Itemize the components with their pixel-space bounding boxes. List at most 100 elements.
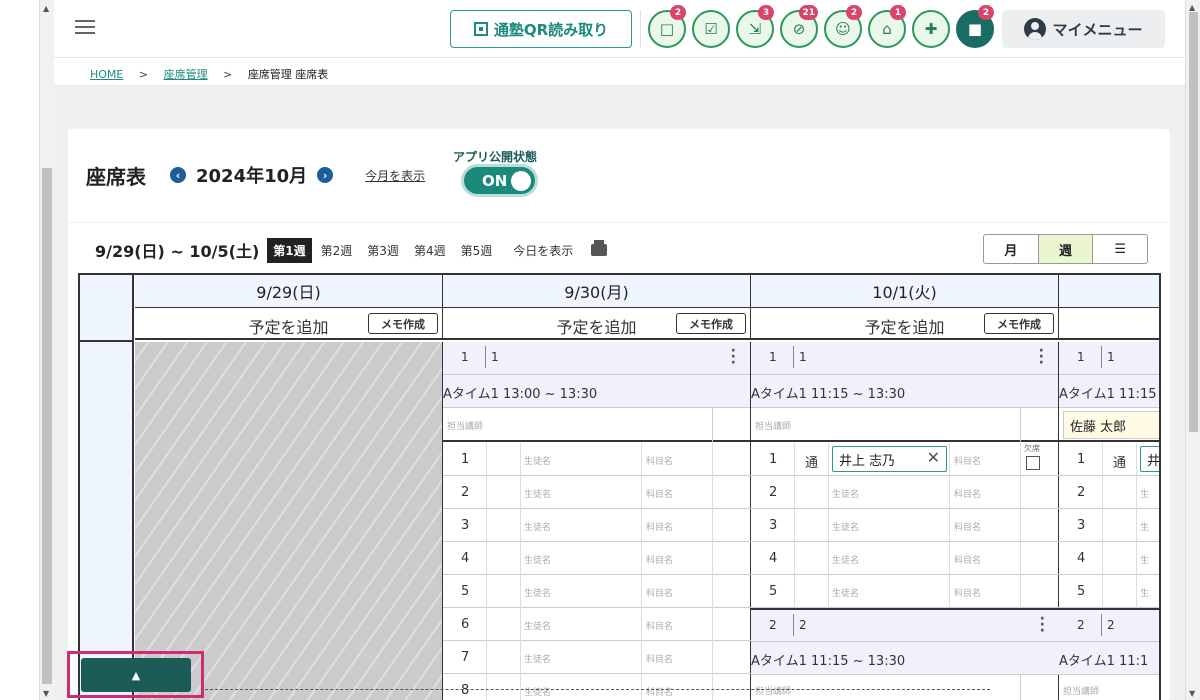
month-view-button[interactable]: 月 xyxy=(984,235,1039,263)
left-scrollbar[interactable]: ▲ ▼ xyxy=(39,0,54,700)
day-header-wed xyxy=(1059,275,1159,308)
checklist-icon[interactable]: ☑ xyxy=(692,10,730,48)
message-icon[interactable]: □ 2 xyxy=(648,5,686,48)
show-today-link[interactable]: 今日を表示 xyxy=(513,242,573,259)
teacher-label: 担当講師 xyxy=(755,422,792,432)
scroll-to-top-button[interactable]: ▲ xyxy=(81,658,191,692)
show-this-month-link[interactable]: 今月を表示 xyxy=(365,167,425,184)
time-column xyxy=(80,275,134,700)
add-row-tue: 予定を追加 メモ作成 xyxy=(751,308,1059,340)
add-row-mon: 予定を追加 メモ作成 xyxy=(443,308,751,340)
student-row: 1 科目名 通井上 志乃 ✕ 欠席 xyxy=(751,443,1059,476)
block-header-2-wed: 2 2 xyxy=(1059,610,1159,642)
list-view-button[interactable]: ☰ xyxy=(1093,235,1147,263)
student-name-placeholder[interactable]: 生徒名 xyxy=(524,652,551,665)
subject-placeholder[interactable]: 科目名 xyxy=(954,586,981,599)
print-icon[interactable] xyxy=(591,240,608,256)
block-number: 1 xyxy=(1077,350,1085,364)
group-icon[interactable]: ☺ 2 xyxy=(824,5,862,48)
row-number: 3 xyxy=(461,518,470,533)
app-publish-toggle[interactable]: ON xyxy=(461,164,538,197)
more-options-icon[interactable]: · · · xyxy=(731,344,736,370)
scroll-up-arrow-icon[interactable]: ▲ xyxy=(1189,3,1195,12)
subject-placeholder[interactable]: 科目名 xyxy=(646,685,673,698)
student-name-placeholder[interactable]: 生徒名 xyxy=(524,454,551,467)
subject-placeholder[interactable]: 科目名 xyxy=(646,619,673,632)
prev-month-icon[interactable]: ‹ xyxy=(170,167,186,183)
caret-up-icon: ▲ xyxy=(131,668,141,682)
bank-icon[interactable]: ⌂ 1 xyxy=(868,5,906,48)
subject-placeholder[interactable]: 科目名 xyxy=(954,553,981,566)
page-title: 座席表 xyxy=(86,164,146,189)
teacher-name-field[interactable]: 佐藤 太郎 xyxy=(1063,411,1159,439)
student-name-placeholder[interactable]: 生徒名 xyxy=(524,586,551,599)
student-name-placeholder[interactable]: 生徒名 xyxy=(524,619,551,632)
student-name-placeholder[interactable]: 生徒名 xyxy=(832,520,859,533)
merge-icon[interactable]: ⇲ 3 xyxy=(736,5,774,48)
student-name-placeholder[interactable]: 生 xyxy=(1140,553,1149,566)
student-name-placeholder[interactable]: 生徒名 xyxy=(832,553,859,566)
add-row-wed xyxy=(1059,308,1159,340)
right-scrollbar-thumb[interactable] xyxy=(1189,12,1198,432)
student-row: 1 生徒名 科目名 xyxy=(443,443,751,476)
week-tab-3[interactable]: 第3週 xyxy=(361,238,405,263)
card-divider xyxy=(68,222,1170,223)
subject-placeholder[interactable]: 科目名 xyxy=(954,487,981,500)
scroll-up-arrow-icon[interactable]: ▲ xyxy=(43,4,49,13)
chat-icon[interactable]: ■ 2 xyxy=(956,5,994,48)
memo-button-tue[interactable]: メモ作成 xyxy=(984,313,1054,334)
attendance-mark: 通 xyxy=(1113,456,1127,471)
my-menu-button[interactable]: マイメニュー xyxy=(1002,10,1165,48)
subject-placeholder[interactable]: 科目名 xyxy=(646,520,673,533)
student-chip[interactable]: 井上 志乃 ✕ xyxy=(832,446,947,472)
student-name-placeholder[interactable]: 生徒名 xyxy=(524,520,551,533)
hamburger-menu-icon[interactable] xyxy=(75,20,95,36)
row-number: 3 xyxy=(769,518,778,533)
student-name-placeholder[interactable]: 生徒名 xyxy=(832,586,859,599)
student-row: 3 生徒名 科目名 xyxy=(751,509,1059,542)
subject-placeholder[interactable]: 科目名 xyxy=(954,520,981,533)
view-switcher: 月 週 ☰ xyxy=(983,234,1148,264)
student-name-placeholder[interactable]: 生徒名 xyxy=(524,553,551,566)
more-options-icon[interactable]: · · · xyxy=(1039,344,1044,370)
student-name-placeholder[interactable]: 生 xyxy=(1140,520,1149,533)
week-tab-1[interactable]: 第1週 xyxy=(267,237,312,263)
week-tab-4[interactable]: 第4週 xyxy=(408,238,452,263)
add-row-sun: 予定を追加 メモ作成 xyxy=(135,308,443,340)
subject-placeholder[interactable]: 科目名 xyxy=(646,487,673,500)
breadcrumb-home[interactable]: HOME xyxy=(90,68,123,81)
breadcrumb-seat-management[interactable]: 座席管理 xyxy=(164,68,208,81)
subject-placeholder[interactable]: 科目名 xyxy=(646,586,673,599)
scroll-down-arrow-icon[interactable]: ▼ xyxy=(1189,689,1195,698)
student-name-placeholder[interactable]: 生徒名 xyxy=(832,487,859,500)
blocked-icon[interactable]: ⊘ 21 xyxy=(780,5,818,48)
qr-scan-button[interactable]: 通塾QR読み取り xyxy=(450,10,632,48)
close-icon[interactable]: ✕ xyxy=(927,448,940,467)
memo-button-sun[interactable]: メモ作成 xyxy=(368,313,438,334)
student-chip[interactable]: 井 xyxy=(1140,446,1159,472)
student-row: 4生 xyxy=(1059,542,1159,575)
gift-icon[interactable]: ✚ xyxy=(912,10,950,48)
subject-placeholder[interactable]: 科目名 xyxy=(646,652,673,665)
week-tab-5[interactable]: 第5週 xyxy=(455,238,499,263)
week-view-button[interactable]: 週 xyxy=(1038,235,1094,263)
row-number: 4 xyxy=(1077,551,1086,566)
memo-button-mon[interactable]: メモ作成 xyxy=(676,313,746,334)
student-name-placeholder[interactable]: 生徒名 xyxy=(524,487,551,500)
student-name-placeholder[interactable]: 生 xyxy=(1140,487,1149,500)
student-name-placeholder[interactable]: 生 xyxy=(1140,586,1149,599)
qr-code-icon xyxy=(473,22,488,36)
left-scrollbar-thumb[interactable] xyxy=(42,168,52,684)
right-scrollbar[interactable]: ▲ ▼ xyxy=(1185,0,1200,700)
student-name-placeholder[interactable]: 生徒名 xyxy=(524,685,551,698)
scroll-down-arrow-icon[interactable]: ▼ xyxy=(43,689,49,698)
subject-placeholder[interactable]: 科目名 xyxy=(954,454,981,467)
subject-placeholder[interactable]: 科目名 xyxy=(646,553,673,566)
teacher-label: 担当講師 xyxy=(755,687,792,697)
next-month-icon[interactable]: › xyxy=(317,167,334,183)
more-options-icon[interactable]: · · · xyxy=(1040,612,1045,638)
absent-checkbox[interactable] xyxy=(1026,456,1040,470)
time-slot: Aタイム1 11:1 xyxy=(1059,654,1149,669)
week-tab-2[interactable]: 第2週 xyxy=(315,238,359,263)
subject-placeholder[interactable]: 科目名 xyxy=(646,454,673,467)
